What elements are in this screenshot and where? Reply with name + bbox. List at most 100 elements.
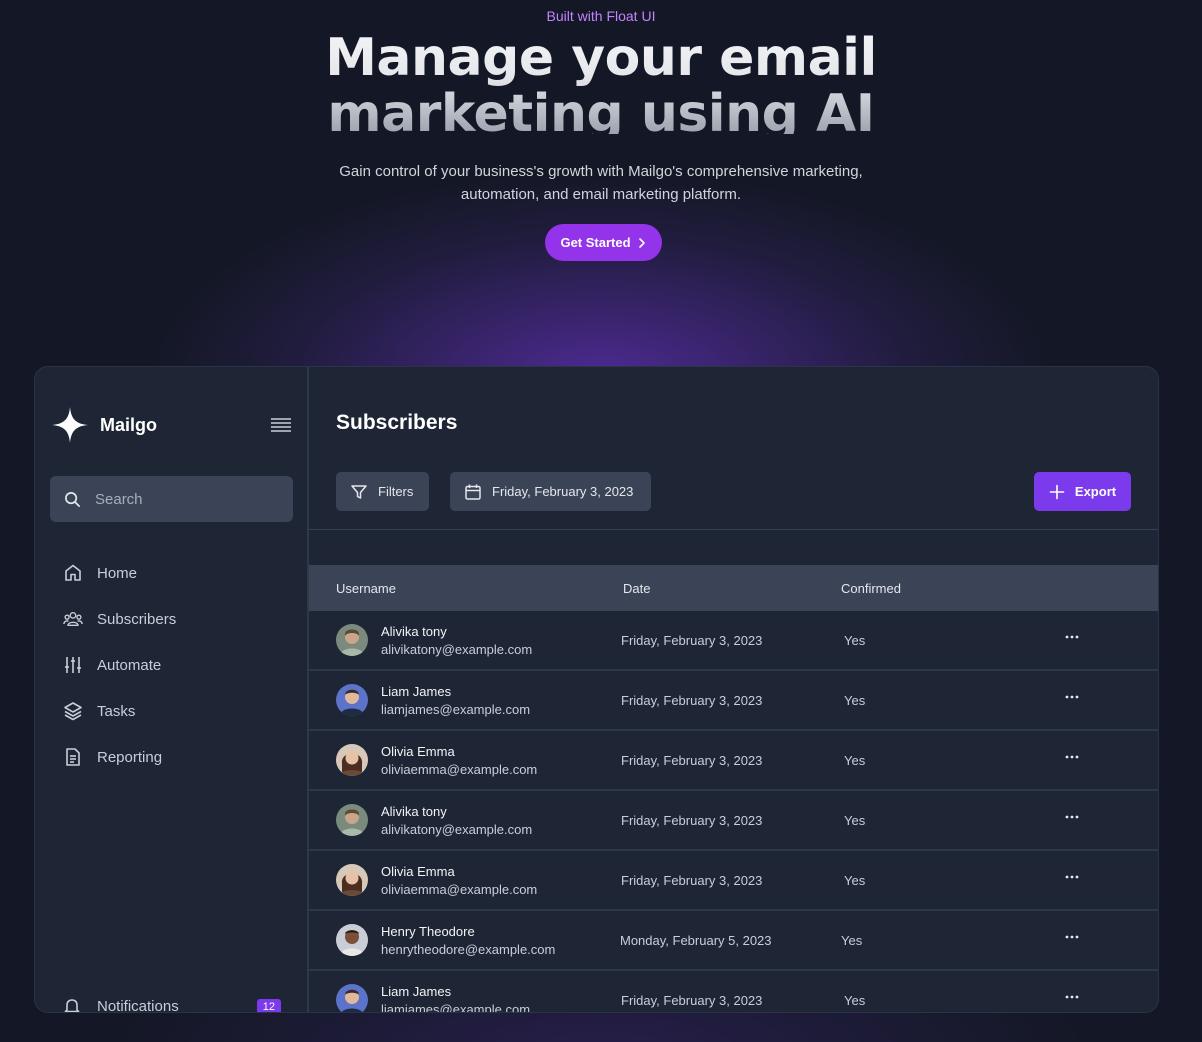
subtitle-line-1: Gain control of your business's growth w… [339,163,863,180]
row-date: Friday, February 3, 2023 [621,633,763,648]
search-box[interactable] [50,476,293,522]
brand-logo[interactable]: Mailgo [52,407,157,443]
user-email: alivikatony@example.com [381,822,533,837]
sidebar-item-tasks[interactable]: Tasks [63,688,283,734]
sidebar-item-automate[interactable]: Automate [63,642,283,688]
more-horizontal-icon [1065,695,1079,699]
more-horizontal-icon [1065,995,1079,999]
row-date: Friday, February 3, 2023 [621,813,763,828]
more-horizontal-icon [1065,635,1079,639]
column-header-username[interactable]: Username [336,581,396,596]
toolbar: Filters Friday, February 3, 2023 Export [336,472,1131,511]
sidebar-item-label: Tasks [97,702,136,720]
brand-name: Mailgo [100,414,157,435]
sidebar: Mailgo Home Subscribers Automate [35,367,309,1012]
table-row[interactable]: Olivia Emma oliviaemma@example.com Frida… [309,851,1158,911]
sidebar-item-label: Automate [97,656,162,674]
avatar [336,984,368,1012]
main-panel: Subscribers Filters Friday, February 3, … [309,367,1158,1012]
menu-toggle-icon[interactable] [270,417,292,433]
row-actions-button[interactable] [1064,689,1086,709]
chevron-right-icon [638,237,645,248]
avatar-image [336,864,368,896]
sparkle-logo-icon [52,407,88,443]
sidebar-item-notifications[interactable]: Notifications 12 [63,997,281,1013]
row-actions-button[interactable] [1064,809,1086,829]
username: Olivia Emma [381,864,455,879]
export-button[interactable]: Export [1034,472,1131,511]
user-email: oliviaemma@example.com [381,882,538,897]
home-icon [65,564,81,581]
row-actions-button[interactable] [1064,989,1086,1009]
table-body: Alivika tony alivikatony@example.com Fri… [309,611,1158,1013]
sliders-icon [65,657,81,673]
sidebar-item-reporting[interactable]: Reporting [63,734,283,780]
page-title: Subscribers [336,411,458,434]
row-actions-button[interactable] [1064,869,1086,889]
more-horizontal-icon [1065,815,1079,819]
headline-line-2: marketing using AI [327,86,875,134]
search-icon [65,491,80,507]
filters-button[interactable]: Filters [336,472,429,511]
sidebar-item-home[interactable]: Home [63,550,283,596]
export-label: Export [1074,484,1117,499]
avatar [336,744,368,776]
sidebar-item-subscribers[interactable]: Subscribers [63,596,283,642]
row-confirmed: Yes [844,993,866,1008]
date-label: Friday, February 3, 2023 [492,484,634,499]
table-row[interactable]: Liam James liamjames@example.com Friday,… [309,671,1158,731]
table-header: Username Date Confirmed [309,565,1158,611]
avatar-image [336,684,368,716]
notifications-count-badge: 12 [256,999,281,1012]
username: Henry Theodore [381,924,475,939]
username: Alivika tony [381,804,447,819]
user-email: liamjames@example.com [381,1002,531,1013]
plus-icon [1049,484,1065,499]
avatar [336,864,368,896]
table-row[interactable]: Olivia Emma oliviaemma@example.com Frida… [309,731,1158,791]
subtitle-line-2: automation, and email marketing platform… [460,186,742,203]
users-icon [63,611,83,627]
row-actions-button[interactable] [1064,749,1086,769]
avatar-image [336,924,368,956]
get-started-label: Get Started [560,235,631,250]
table-row[interactable]: Liam James liamjames@example.com Friday,… [309,971,1158,1013]
avatar-image [336,804,368,836]
bell-icon [64,999,80,1012]
table-row[interactable]: Alivika tony alivikatony@example.com Fri… [309,611,1158,671]
user-email: oliviaemma@example.com [381,762,538,777]
row-confirmed: Yes [844,633,866,648]
layers-icon [64,702,82,721]
row-date: Friday, February 3, 2023 [621,693,763,708]
eyebrow-label: Built with Float UI [546,8,656,24]
row-date: Friday, February 3, 2023 [621,753,763,768]
notifications-label: Notifications [97,997,179,1013]
date-picker-button[interactable]: Friday, February 3, 2023 [450,472,651,511]
row-confirmed: Yes [844,873,866,888]
row-confirmed: Yes [844,693,866,708]
filters-label: Filters [378,484,414,499]
more-horizontal-icon [1065,755,1079,759]
document-icon [66,748,80,766]
user-email: liamjames@example.com [381,702,531,717]
avatar [336,624,368,656]
table-row[interactable]: Alivika tony alivikatony@example.com Fri… [309,791,1158,851]
username: Alivika tony [381,624,447,639]
row-actions-button[interactable] [1064,629,1086,649]
avatar [336,804,368,836]
search-input[interactable] [95,490,265,508]
table-row[interactable]: Henry Theodore henrytheodore@example.com… [309,911,1158,971]
sidebar-item-label: Home [97,564,138,582]
more-horizontal-icon [1065,875,1079,879]
get-started-button[interactable]: Get Started [545,224,662,261]
avatar-image [336,984,368,1012]
column-header-date[interactable]: Date [623,581,650,596]
avatar-image [336,624,368,656]
row-confirmed: Yes [841,933,863,948]
avatar [336,684,368,716]
column-header-confirmed[interactable]: Confirmed [841,581,901,596]
filter-icon [351,484,367,499]
row-actions-button[interactable] [1064,929,1086,949]
row-confirmed: Yes [844,753,866,768]
divider [309,529,1158,530]
